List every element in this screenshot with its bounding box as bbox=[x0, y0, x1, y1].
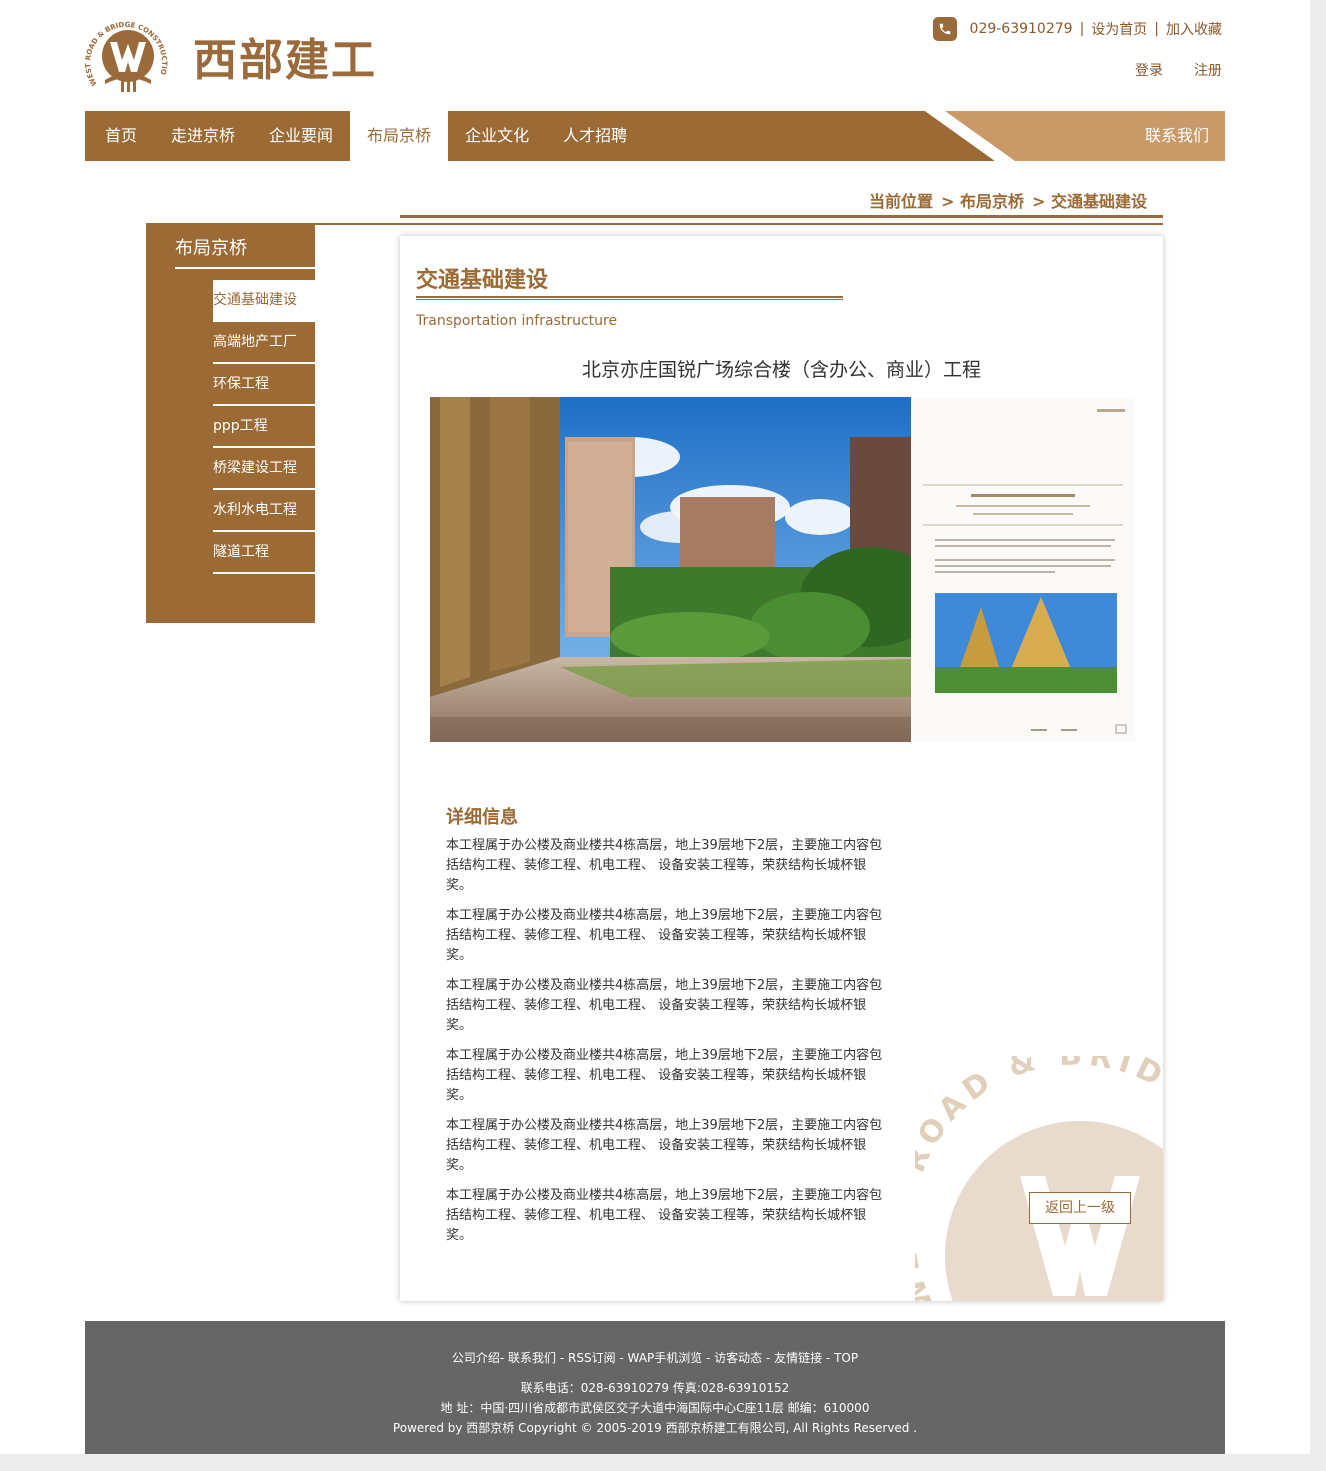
separator: | bbox=[1154, 21, 1159, 37]
detail-paragraph: 本工程属于办公楼及商业楼共4栋高层，地上39层地下2层，主要施工内容包括结构工程… bbox=[446, 1118, 883, 1173]
project-photo[interactable] bbox=[430, 397, 911, 742]
page-subtitle: Transportation infrastructure bbox=[416, 313, 618, 329]
detail-paragraph: 本工程属于办公楼及商业楼共4栋高层，地上39层地下2层，主要施工内容包括结构工程… bbox=[446, 838, 883, 893]
login-link[interactable]: 登录 bbox=[1135, 60, 1163, 80]
add-favorite-link[interactable]: 加入收藏 bbox=[1166, 19, 1222, 39]
nav-item-layout[interactable]: 布局京桥 bbox=[350, 111, 449, 161]
footer-copyright: Powered by 西部京桥 Copyright © 2005-2019 西部… bbox=[392, 1421, 918, 1435]
breadcrumb-current[interactable]: > 交通基础建设 bbox=[1032, 188, 1147, 212]
breadcrumb: 当前位置 > 布局京桥 > 交通基础建设 bbox=[869, 188, 1147, 212]
footer-contact: 联系电话：028-63910279 传真:028-63910152 bbox=[520, 1381, 790, 1395]
nav-item-culture[interactable]: 企业文化 bbox=[448, 111, 547, 161]
logo-emblem-icon: WEST ROAD & BRIDGE CONSTRUCTION bbox=[83, 14, 173, 98]
breadcrumb-link[interactable]: > 布局京桥 bbox=[941, 188, 1024, 212]
sidebar-item-realestate[interactable]: 高端地产工厂 bbox=[213, 322, 315, 364]
page-title-underline bbox=[416, 296, 843, 300]
nav-item-news[interactable]: 企业要闻 bbox=[252, 111, 351, 161]
logo-text: 西部建工 bbox=[193, 35, 377, 86]
sidebar-menu: 交通基础建设 高端地产工厂 环保工程 ppp工程 桥梁建设工程 水利水电工程 隧… bbox=[213, 280, 315, 574]
back-button[interactable]: 返回上一级 bbox=[1029, 1192, 1131, 1224]
sidebar-item-hydro[interactable]: 水利水电工程 bbox=[213, 490, 315, 532]
nav-item-about[interactable]: 走进京桥 bbox=[154, 111, 253, 161]
footer-address: 地 址：中国·四川省成都市武侯区交子大道中海国际中心C座11层 邮编：61000… bbox=[440, 1401, 870, 1415]
watermark-logo-icon: WEST ROAD & BRIDGE C bbox=[915, 1056, 1163, 1301]
sidebar-item-transport[interactable]: 交通基础建设 bbox=[213, 280, 315, 322]
main-nav: 首页 走进京桥 企业要闻 布局京桥 企业文化 人才招聘 联系我们 bbox=[85, 111, 1225, 161]
breadcrumb-label: 当前位置 bbox=[869, 192, 934, 211]
sidebar-title-underline bbox=[175, 267, 315, 269]
nav-item-home[interactable]: 首页 bbox=[85, 111, 155, 161]
detail-paragraph: 本工程属于办公楼及商业楼共4栋高层，地上39层地下2层，主要施工内容包括结构工程… bbox=[446, 1188, 883, 1243]
nav-item-contact[interactable]: 联系我们 bbox=[1145, 111, 1209, 161]
nav-item-jobs[interactable]: 人才招聘 bbox=[546, 111, 645, 161]
separator: | bbox=[1079, 21, 1085, 37]
project-title: 北京亦庄国锐广场综合楼（含办公、商业）工程 bbox=[581, 359, 981, 381]
page: WEST ROAD & BRIDGE CONSTRUCTION 西部建工 029… bbox=[0, 0, 1310, 1454]
footer: 公司介绍- 联系我们 - RSS订阅 - WAP手机浏览 - 访客动态 - 友情… bbox=[85, 1321, 1225, 1454]
phone-number[interactable]: 029-63910279 bbox=[970, 21, 1073, 37]
sidebar-item-tunnel[interactable]: 隧道工程 bbox=[213, 532, 315, 574]
breadcrumb-divider bbox=[400, 215, 1163, 218]
site-logo[interactable]: WEST ROAD & BRIDGE CONSTRUCTION 西部建工 bbox=[83, 14, 377, 98]
content-panel: 交通基础建设 Transportation infrastructure 北京亦… bbox=[400, 236, 1163, 1301]
sidebar-title: 布局京桥 bbox=[175, 238, 247, 259]
auth-links: 登录 注册 bbox=[1135, 60, 1222, 80]
detail-paragraph: 本工程属于办公楼及商业楼共4栋高层，地上39层地下2层，主要施工内容包括结构工程… bbox=[446, 978, 883, 1033]
set-homepage-link[interactable]: 设为首页 bbox=[1091, 19, 1147, 39]
sidebar-item-ppp[interactable]: ppp工程 bbox=[213, 406, 315, 448]
detail-text: 本工程属于办公楼及商业楼共4栋高层，地上39层地下2层，主要施工内容包括结构工程… bbox=[446, 836, 886, 1256]
sidebar-item-bridge[interactable]: 桥梁建设工程 bbox=[213, 448, 315, 490]
register-link[interactable]: 注册 bbox=[1194, 60, 1222, 80]
detail-heading: 详细信息 bbox=[446, 807, 518, 828]
brochure-page-image[interactable] bbox=[911, 397, 1135, 742]
detail-paragraph: 本工程属于办公楼及商业楼共4栋高层，地上39层地下2层，主要施工内容包括结构工程… bbox=[446, 1048, 883, 1103]
detail-paragraph: 本工程属于办公楼及商业楼共4栋高层，地上39层地下2层，主要施工内容包括结构工程… bbox=[446, 908, 883, 963]
phone-icon bbox=[932, 17, 957, 41]
top-bar: 029-63910279 | 设为首页 | 加入收藏 bbox=[932, 17, 1222, 41]
footer-links[interactable]: 公司介绍- 联系我们 - RSS订阅 - WAP手机浏览 - 访客动态 - 友情… bbox=[85, 1349, 1225, 1366]
sidebar-item-environment[interactable]: 环保工程 bbox=[213, 364, 315, 406]
page-title: 交通基础建设 bbox=[416, 268, 549, 293]
sidebar: 布局京桥 交通基础建设 高端地产工厂 环保工程 ppp工程 桥梁建设工程 水利水… bbox=[146, 225, 315, 623]
